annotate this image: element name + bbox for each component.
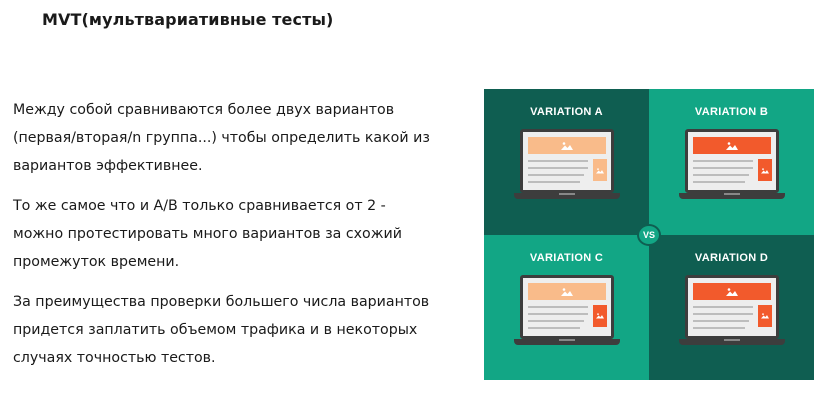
- image-placeholder-icon: [758, 304, 772, 327]
- laptop-icon: [679, 274, 785, 355]
- variation-c-label: VARIATION C: [529, 251, 604, 264]
- image-placeholder-icon: [693, 137, 771, 154]
- image-placeholder-icon: [528, 137, 606, 154]
- variation-d-label: VARIATION D: [694, 251, 769, 264]
- paragraph-2: То же самое что и A/B только сравниваетс…: [13, 198, 402, 270]
- paragraph-3: За преимущества проверки большего числа …: [13, 294, 430, 366]
- image-placeholder-icon: [693, 282, 771, 300]
- paragraph-1: Между собой сравниваются более двух вари…: [13, 102, 430, 174]
- variation-a-panel: VARIATION A: [484, 89, 649, 235]
- variations-illustration: VARIATION A VARIATION B VARIATION C VARI…: [484, 89, 814, 380]
- variation-d-panel: VARIATION D: [649, 234, 814, 380]
- vs-badge: VS: [637, 224, 661, 246]
- variation-a-label: VARIATION A: [530, 106, 603, 118]
- image-placeholder-icon: [528, 282, 606, 300]
- laptop-icon: [514, 129, 620, 209]
- page-title: MVT(мультвариативные тесты): [42, 10, 334, 29]
- laptop-icon: [514, 274, 620, 355]
- laptop-icon: [679, 129, 785, 209]
- variation-c-panel: VARIATION C: [484, 234, 649, 380]
- variation-b-label: VARIATION B: [694, 106, 769, 118]
- image-placeholder-icon: [593, 159, 607, 181]
- image-placeholder-icon: [593, 304, 607, 327]
- image-placeholder-icon: [758, 159, 772, 181]
- variation-b-panel: VARIATION B: [649, 89, 814, 235]
- text-column: Между собой сравниваются более двух вари…: [13, 96, 433, 384]
